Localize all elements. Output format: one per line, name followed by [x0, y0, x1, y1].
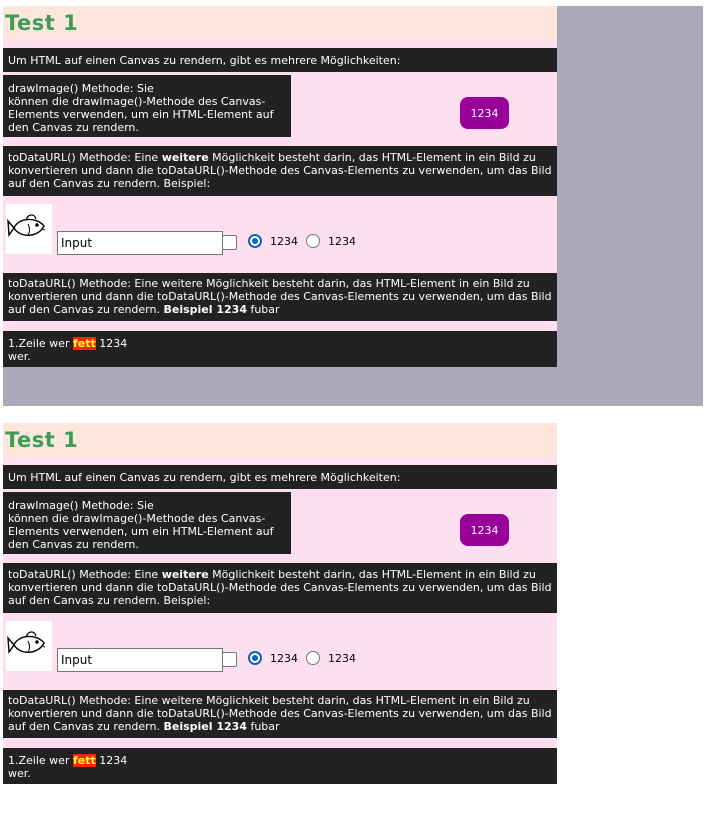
todataurl-text: toDataURL() Methode: Eine weitere Möglic… [3, 146, 557, 196]
checkbox[interactable] [222, 652, 237, 667]
radio-1[interactable] [248, 651, 262, 665]
drawimage-row: drawImage() Methode: Sie können die draw… [3, 72, 557, 146]
zeile-text: 1.Zeile wer fett 1234 wer. [3, 331, 557, 367]
rendered-canvas-panel: Test 1 Um HTML auf einen Canvas zu rende… [3, 6, 557, 367]
form-row: 1234 1234 [3, 613, 557, 690]
drawimage-text: drawImage() Methode: Sie können die draw… [3, 75, 291, 137]
todataurl-text-2: toDataURL() Methode: Eine weitere Möglic… [3, 273, 557, 321]
checkbox[interactable] [222, 235, 237, 250]
title-bar: Test 1 [3, 6, 557, 40]
radio-2[interactable] [306, 234, 320, 248]
radio-2-label: 1234 [328, 235, 356, 248]
html-panel: Test 1 Um HTML auf einen Canvas zu rende… [3, 423, 557, 784]
todataurl-text-2: toDataURL() Methode: Eine weitere Möglic… [3, 690, 557, 738]
intro-text: Um HTML auf einen Canvas zu rendern, gib… [3, 48, 557, 72]
radio-2[interactable] [306, 651, 320, 665]
fish-icon [6, 204, 52, 254]
zeile-text: 1.Zeile wer fett 1234 wer. [3, 748, 557, 784]
page-title: Test 1 [5, 11, 79, 35]
text-input[interactable] [57, 648, 223, 672]
radio-1[interactable] [248, 234, 262, 248]
page-title: Test 1 [5, 428, 79, 452]
radio-1-label: 1234 [270, 235, 298, 248]
pill-button[interactable]: 1234 [460, 514, 509, 546]
highlight-fett: fett [72, 754, 96, 767]
pill-button[interactable]: 1234 [460, 97, 509, 129]
fish-icon [6, 621, 52, 671]
drawimage-row: drawImage() Methode: Sie können die draw… [3, 489, 557, 563]
radio-2-label: 1234 [328, 652, 356, 665]
highlight-fett: fett [72, 337, 96, 350]
drawimage-text: drawImage() Methode: Sie können die draw… [3, 492, 291, 554]
intro-text: Um HTML auf einen Canvas zu rendern, gib… [3, 465, 557, 489]
todataurl-text: toDataURL() Methode: Eine weitere Möglic… [3, 563, 557, 613]
title-bar: Test 1 [3, 423, 557, 457]
form-row: 1234 1234 [3, 196, 557, 273]
radio-1-label: 1234 [270, 652, 298, 665]
text-input[interactable] [57, 231, 223, 255]
